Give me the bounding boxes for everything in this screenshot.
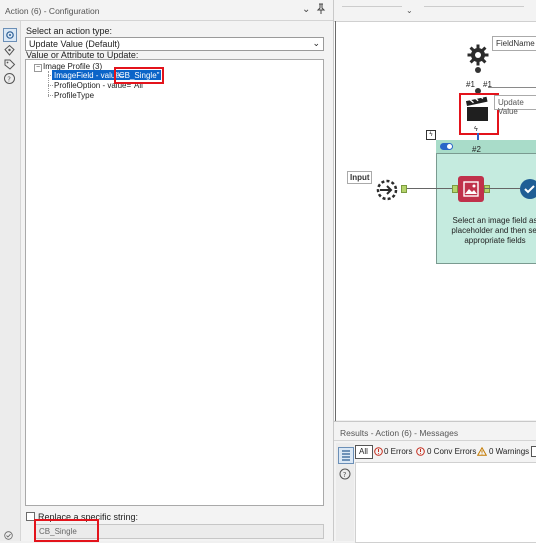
help-icon[interactable]: ? <box>339 468 351 480</box>
divider <box>424 6 524 7</box>
filter-warnings-button[interactable]: 0 Warnings <box>489 447 529 456</box>
container-comment: Select an image field as placeholder and… <box>451 216 536 245</box>
action-type-value: Update Value (Default) <box>29 39 120 49</box>
divider <box>0 20 333 21</box>
divider <box>334 440 536 441</box>
check-tool-icon[interactable] <box>518 177 536 201</box>
annotation-highlight-box <box>459 93 499 135</box>
connection-line <box>488 87 536 88</box>
connection-line <box>484 188 520 189</box>
tool-annotation-label: Input <box>347 171 372 184</box>
divider <box>342 6 402 7</box>
chevron-down-icon[interactable]: ⌄ <box>302 4 310 15</box>
toggle-knob <box>447 144 452 149</box>
panel-title: Action (6) - Configuration <box>5 6 100 16</box>
results-message-list[interactable] <box>355 462 536 543</box>
chevron-down-icon[interactable]: ⌄ <box>406 6 413 15</box>
macro-input-icon[interactable] <box>374 177 400 203</box>
input-label: Input <box>350 173 370 182</box>
interface-tool-gear-icon[interactable] <box>466 43 490 67</box>
warning-icon <box>477 447 487 456</box>
connection-caption: #2 <box>472 145 481 154</box>
filter-errors-button[interactable]: 0 Errors <box>384 447 412 456</box>
collapse-icon[interactable]: − <box>34 64 42 72</box>
output-anchor[interactable] <box>401 185 407 193</box>
help-icon[interactable]: ? <box>3 72 16 85</box>
tree-connector <box>48 95 53 96</box>
tag-icon[interactable] <box>3 58 16 71</box>
pin-icon[interactable] <box>316 3 326 14</box>
results-title: Results - Action (6) - Messages <box>340 428 459 438</box>
canvas-toolbar: ⌄ <box>334 0 536 22</box>
filter-all-button[interactable]: All <box>355 445 373 459</box>
tree-item-profiletype[interactable]: ProfileType <box>54 91 94 100</box>
action-type-label: Select an action type: <box>26 26 113 36</box>
connection-anchor[interactable] <box>475 67 481 73</box>
filter-all-label: All <box>359 447 368 456</box>
filter-messages-button[interactable] <box>531 446 536 457</box>
tree-connector <box>48 85 53 86</box>
conv-error-icon <box>416 447 425 456</box>
filter-conv-errors-button[interactable]: 0 Conv Errors <box>427 447 476 456</box>
lightning-icon: ϟ <box>474 126 478 133</box>
annotation-highlight-box <box>34 519 99 542</box>
gear-icon[interactable] <box>3 28 17 42</box>
chevron-down-icon: ⌄ <box>312 38 320 48</box>
grid-icon[interactable] <box>338 447 354 464</box>
annotation-icon[interactable] <box>3 44 16 57</box>
svg-text:?: ? <box>343 471 347 479</box>
field-name-label: FieldName <box>496 39 535 48</box>
connection-caption: #1 <box>466 80 475 89</box>
error-icon <box>374 447 383 456</box>
image-icon <box>463 181 479 197</box>
update-value-label: Update Value <box>498 98 524 116</box>
config-tab-strip <box>0 21 21 541</box>
tool-annotation-label: FieldName <box>492 36 536 51</box>
check-circle-icon <box>4 531 13 540</box>
action-type-dropdown[interactable]: Update Value (Default) ⌄ <box>25 37 324 51</box>
output-anchor[interactable] <box>484 185 490 193</box>
attribute-tree[interactable]: − Image Profile (3) ImageField - value= … <box>25 59 324 506</box>
tool-annotation-label: Update Value <box>494 95 536 116</box>
lightning-icon: ϟ <box>426 130 436 140</box>
annotation-highlight-box <box>114 67 164 84</box>
divider <box>335 21 336 421</box>
image-tool-icon[interactable] <box>458 176 484 202</box>
svg-text:?: ? <box>7 75 11 83</box>
